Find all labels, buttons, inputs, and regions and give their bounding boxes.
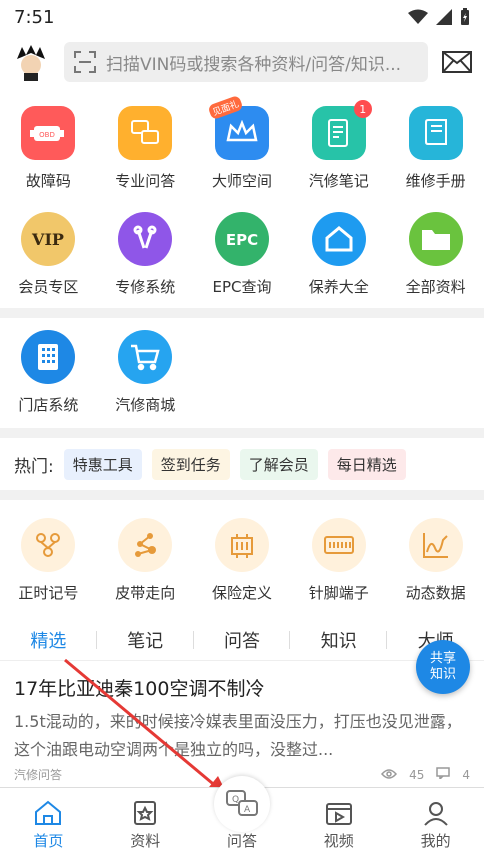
home-icon [35,800,62,825]
user-icon [423,802,448,826]
svg-text:Q: Q [232,795,239,805]
nav-docs[interactable]: 资料 [97,788,194,861]
annotation-arrow [64,658,228,796]
qa-bubble-button[interactable]: QA [214,776,270,832]
svg-text:A: A [244,805,251,815]
nav-mine[interactable]: 我的 [387,788,484,861]
nav-video[interactable]: 视频 [290,788,387,861]
qa-bubble-icon: QA [226,790,258,816]
nav-home[interactable]: 首页 [0,788,97,861]
book-icon [134,801,157,825]
video-icon [325,803,352,825]
